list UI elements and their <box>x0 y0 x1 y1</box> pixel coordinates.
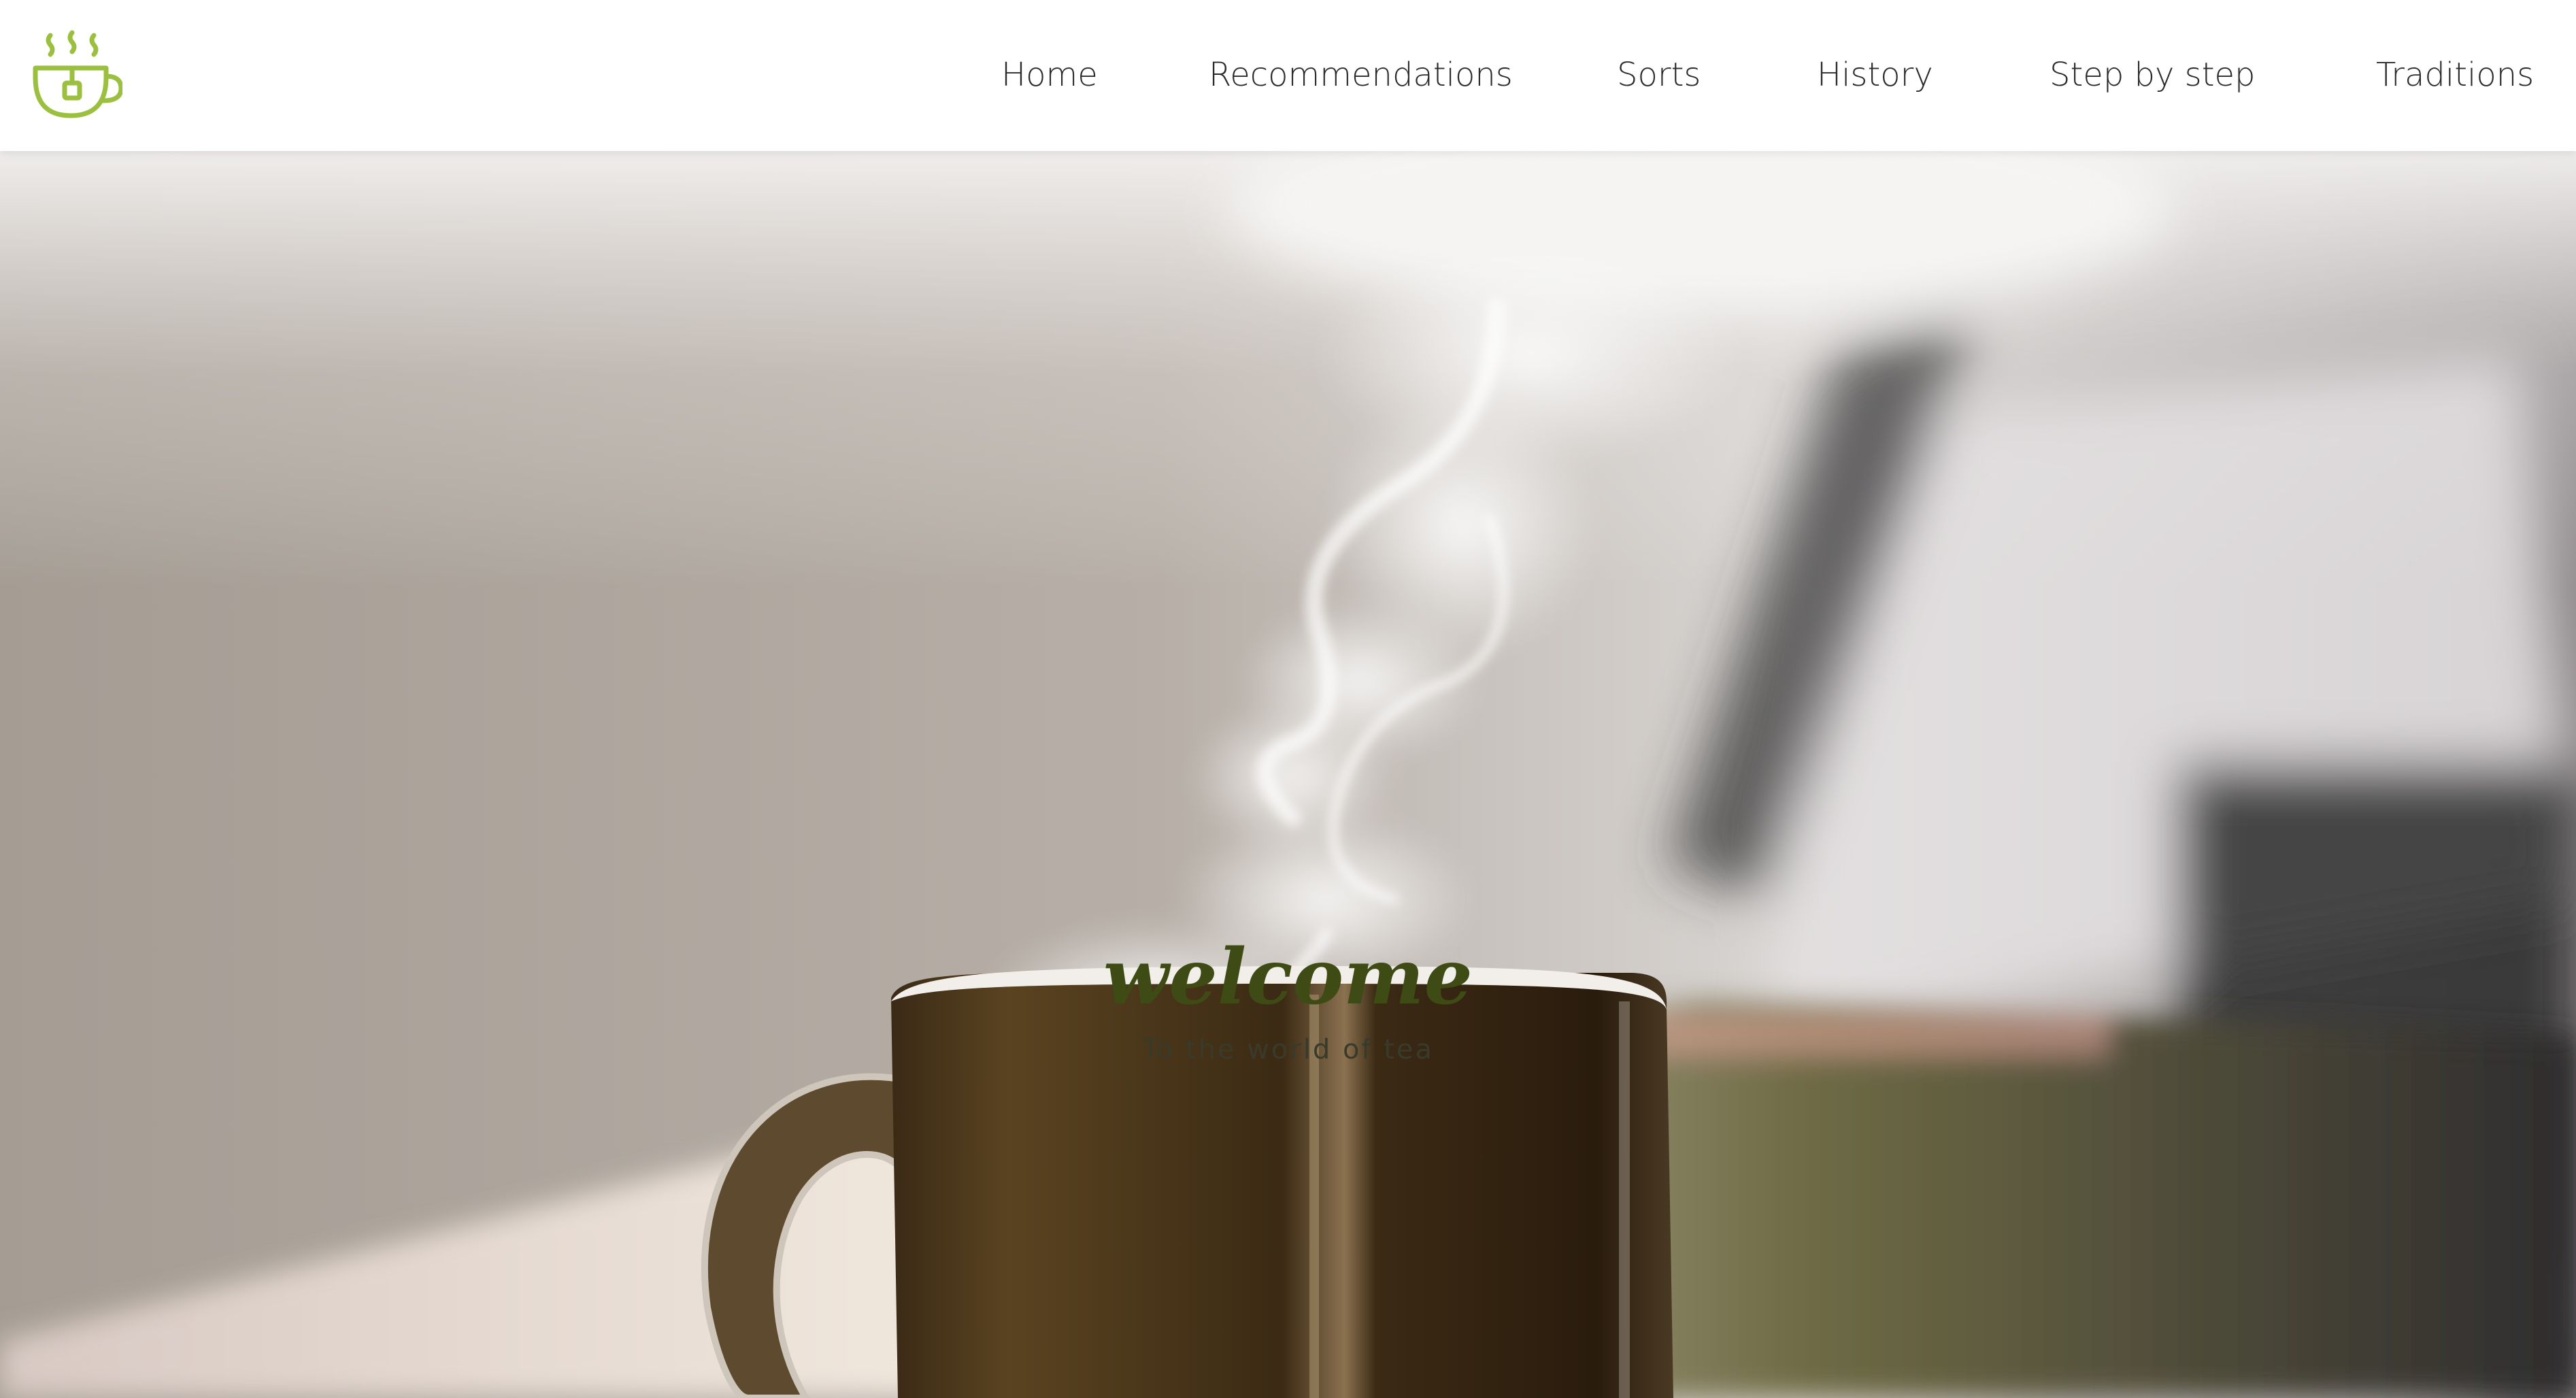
hero-subtitle: To the world of tea <box>1141 1034 1435 1065</box>
steaming-tea-cup-photo <box>0 151 2576 1398</box>
hero-section: welcome To the world of tea <box>0 151 2576 1398</box>
nav-step-by-step[interactable]: Step by step <box>2050 53 2256 97</box>
nav-traditions[interactable]: Traditions <box>2376 53 2534 97</box>
nav-recommendations[interactable]: Recommendations <box>1209 53 1513 97</box>
hero-title: welcome <box>1103 933 1473 1022</box>
tea-cup-icon[interactable] <box>31 30 124 121</box>
nav-sorts[interactable]: Sorts <box>1617 53 1701 97</box>
nav-history[interactable]: History <box>1817 53 1933 97</box>
top-navbar: Home Recommendations Sorts History Step … <box>0 0 2576 151</box>
nav-home[interactable]: Home <box>1001 53 1098 97</box>
